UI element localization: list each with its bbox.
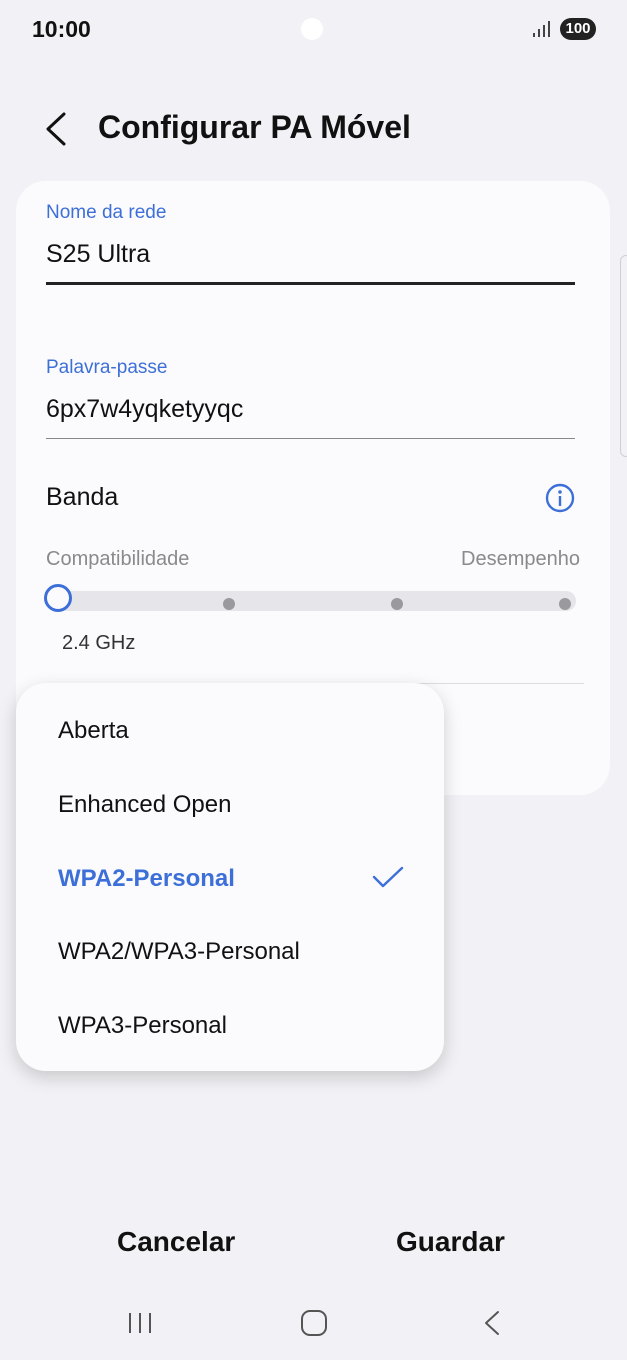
app-header: Configurar PA Móvel: [0, 95, 627, 165]
security-dropdown-menu: Aberta Enhanced Open WPA2-Personal WPA2/…: [16, 683, 444, 1071]
network-name-input[interactable]: S25 Ultra: [46, 240, 150, 269]
back-icon[interactable]: [478, 1309, 506, 1337]
chevron-left-icon[interactable]: [40, 111, 70, 147]
menu-item-wpa2-personal[interactable]: WPA2-Personal: [58, 865, 235, 893]
menu-item-wpa3-personal[interactable]: WPA3-Personal: [58, 1012, 227, 1040]
signal-bars-icon: [533, 21, 550, 37]
network-name-underline: [46, 282, 575, 285]
password-input[interactable]: 6px7w4yqketyyqc: [46, 395, 243, 424]
menu-item-aberta[interactable]: Aberta: [58, 717, 129, 745]
info-icon[interactable]: [544, 482, 576, 514]
band-label: Banda: [46, 483, 119, 511]
camera-cutout: [301, 18, 323, 40]
battery-badge: 100: [560, 18, 596, 40]
status-bar: 10:00 100: [0, 0, 627, 60]
menu-item-wpa2-wpa3-personal[interactable]: WPA2/WPA3-Personal: [58, 938, 300, 966]
password-underline: [46, 438, 575, 439]
slider-min-label: Compatibilidade: [46, 548, 190, 570]
slider-thumb[interactable]: [44, 584, 72, 612]
status-time: 10:00: [32, 16, 91, 42]
band-slider[interactable]: [44, 584, 576, 612]
cancel-button[interactable]: Cancelar: [117, 1226, 235, 1258]
scrollbar[interactable]: [620, 255, 627, 457]
network-name-label: Nome da rede: [46, 202, 167, 223]
band-value: 2.4 GHz: [62, 632, 136, 654]
password-label: Palavra-passe: [46, 357, 168, 378]
save-button[interactable]: Guardar: [396, 1226, 505, 1258]
check-icon: [372, 866, 404, 888]
system-nav-bar: [0, 1295, 627, 1355]
slider-step-dot: [223, 598, 235, 610]
recents-icon[interactable]: [126, 1309, 154, 1337]
menu-item-enhanced-open[interactable]: Enhanced Open: [58, 791, 231, 819]
slider-max-label: Desempenho: [461, 548, 580, 570]
bottom-actions: Cancelar Guardar: [0, 1210, 627, 1280]
slider-step-dot: [391, 598, 403, 610]
slider-step-dot: [559, 598, 571, 610]
home-icon[interactable]: [300, 1309, 328, 1337]
page-title: Configurar PA Móvel: [98, 109, 411, 145]
